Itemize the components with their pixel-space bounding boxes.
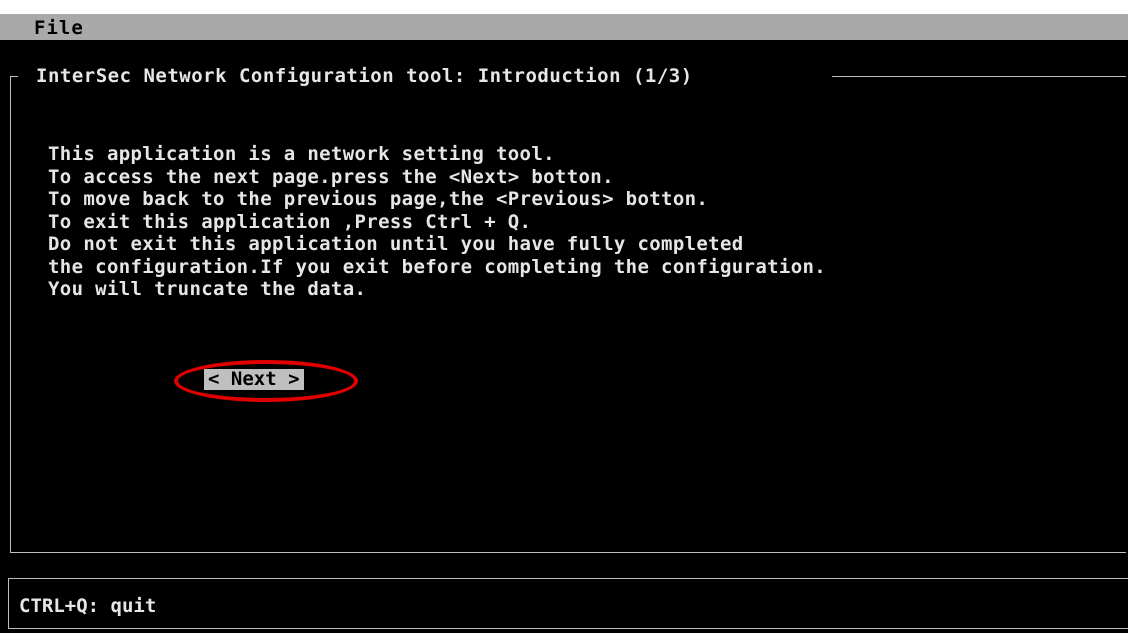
frame-corner [10, 76, 18, 77]
top-margin [0, 0, 1128, 14]
intro-line: To access the next page.press the <Next>… [48, 165, 614, 188]
intro-line: You will truncate the data. [48, 278, 367, 300]
dialog-title: InterSec Network Configuration tool: Int… [36, 65, 693, 87]
status-bar: CTRL+Q: quit [8, 578, 1128, 629]
status-text: CTRL+Q: quit [19, 595, 157, 617]
intro-line: Do not exit this application until you h… [48, 233, 744, 255]
intro-line: the configuration.If you exit before com… [48, 255, 827, 278]
intro-line: To move back to the previous page,the <P… [48, 188, 709, 210]
highlight-annotation [174, 360, 358, 402]
intro-line: This application is a network setting to… [48, 143, 555, 165]
intro-line: To exit this application ,Press Ctrl + Q… [48, 210, 532, 233]
frame-top-border [832, 76, 1126, 77]
intro-text: This application is a network setting to… [48, 143, 826, 301]
menu-bar: File [0, 14, 1128, 40]
menu-file[interactable]: File [34, 17, 84, 39]
